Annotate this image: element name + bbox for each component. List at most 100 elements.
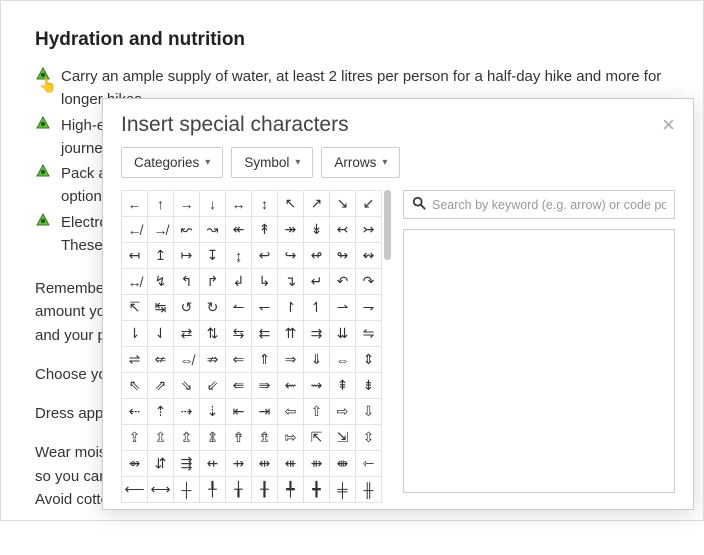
character-cell[interactable]: ↢ [330, 217, 356, 243]
grid-scrollbar[interactable] [384, 190, 389, 493]
character-cell[interactable]: ↰ [174, 269, 200, 295]
character-cell[interactable]: ⇆ [226, 321, 252, 347]
character-cell[interactable]: ↑ [148, 191, 174, 217]
character-cell[interactable]: ↷ [356, 269, 382, 295]
character-cell[interactable]: ⇐ [226, 347, 252, 373]
character-cell[interactable]: ⇟ [356, 373, 382, 399]
character-cell[interactable]: ╫ [356, 477, 382, 503]
character-cell[interactable]: ┼ [174, 477, 200, 503]
character-cell[interactable]: ⇖ [122, 373, 148, 399]
character-cell[interactable]: ↶ [330, 269, 356, 295]
character-cell[interactable]: ⇞ [330, 373, 356, 399]
character-cell[interactable]: ↱ [200, 269, 226, 295]
character-cell[interactable]: ⇊ [330, 321, 356, 347]
character-cell[interactable]: ↙ [356, 191, 382, 217]
character-cell[interactable]: ⇄ [174, 321, 200, 347]
search-input[interactable] [432, 198, 666, 212]
character-cell[interactable]: ↣ [356, 217, 382, 243]
character-cell[interactable]: ⇕ [356, 347, 382, 373]
character-cell[interactable]: ╋ [304, 477, 330, 503]
character-cell[interactable]: ⇱ [304, 425, 330, 451]
categories-dropdown[interactable]: Categories ▾ [121, 147, 223, 178]
character-cell[interactable]: ⇏ [200, 347, 226, 373]
character-cell[interactable]: ⇈ [278, 321, 304, 347]
character-cell[interactable]: ⇮ [226, 425, 252, 451]
character-cell[interactable]: ⇍ [148, 347, 174, 373]
character-cell[interactable]: ⇙ [200, 373, 226, 399]
character-cell[interactable]: ↚ [122, 217, 148, 243]
character-cell[interactable]: ↽ [252, 295, 278, 321]
character-cell[interactable]: ⇬ [174, 425, 200, 451]
character-cell[interactable]: ⇼ [330, 451, 356, 477]
character-cell[interactable]: ⇘ [174, 373, 200, 399]
character-cell[interactable]: ↕ [252, 191, 278, 217]
character-cell[interactable]: ⟵ [122, 477, 148, 503]
character-cell[interactable]: ↛ [148, 217, 174, 243]
character-cell[interactable]: ⇵ [148, 451, 174, 477]
character-cell[interactable]: ↟ [252, 217, 278, 243]
character-cell[interactable]: ⇝ [304, 373, 330, 399]
character-cell[interactable]: ↞ [226, 217, 252, 243]
character-cell[interactable]: ⇩ [356, 399, 382, 425]
character-cell[interactable]: ⇠ [122, 399, 148, 425]
character-cell[interactable]: ↮ [122, 269, 148, 295]
character-cell[interactable]: ⇁ [356, 295, 382, 321]
character-cell[interactable]: ↳ [252, 269, 278, 295]
character-cell[interactable]: ↻ [200, 295, 226, 321]
character-cell[interactable]: ⇨ [330, 399, 356, 425]
close-icon[interactable]: × [662, 114, 675, 136]
character-cell[interactable]: ↡ [304, 217, 330, 243]
character-cell[interactable]: ⇸ [226, 451, 252, 477]
character-cell[interactable]: ⇑ [252, 347, 278, 373]
character-cell[interactable]: ⇅ [200, 321, 226, 347]
character-cell[interactable]: ↿ [304, 295, 330, 321]
character-cell[interactable]: ⇇ [252, 321, 278, 347]
character-cell[interactable]: ╁ [226, 477, 252, 503]
character-cell[interactable]: ⇃ [148, 321, 174, 347]
character-cell[interactable]: ⇋ [356, 321, 382, 347]
character-cell[interactable]: ↝ [200, 217, 226, 243]
character-cell[interactable]: ⇉ [304, 321, 330, 347]
character-cell[interactable]: ↓ [200, 191, 226, 217]
character-cell[interactable]: ↫ [304, 243, 330, 269]
character-cell[interactable]: ⇧ [304, 399, 330, 425]
character-cell[interactable]: ⇶ [174, 451, 200, 477]
character-cell[interactable]: ⇯ [252, 425, 278, 451]
subgroup-dropdown[interactable]: Arrows ▾ [321, 147, 400, 178]
character-cell[interactable]: ╂ [252, 477, 278, 503]
character-cell[interactable]: ↾ [278, 295, 304, 321]
character-cell[interactable]: ╇ [278, 477, 304, 503]
character-cell[interactable]: ⇪ [122, 425, 148, 451]
character-cell[interactable]: ↵ [304, 269, 330, 295]
character-cell[interactable]: ← [122, 191, 148, 217]
character-cell[interactable]: ⇤ [226, 399, 252, 425]
search-box[interactable] [403, 190, 675, 219]
character-cell[interactable]: ↯ [148, 269, 174, 295]
character-cell[interactable]: ⇓ [304, 347, 330, 373]
character-cell[interactable]: ↩ [252, 243, 278, 269]
character-cell[interactable]: ⇫ [148, 425, 174, 451]
character-cell[interactable]: ⇽ [356, 451, 382, 477]
character-cell[interactable]: ⇹ [252, 451, 278, 477]
character-cell[interactable]: ↥ [148, 243, 174, 269]
character-cell[interactable]: ⇀ [330, 295, 356, 321]
character-cell[interactable]: ⇰ [278, 425, 304, 451]
character-cell[interactable]: ↼ [226, 295, 252, 321]
character-cell[interactable]: ⇒ [278, 347, 304, 373]
character-cell[interactable]: ⇚ [226, 373, 252, 399]
scrollbar-thumb[interactable] [384, 190, 391, 260]
character-cell[interactable]: ↜ [174, 217, 200, 243]
character-cell[interactable]: ↸ [122, 295, 148, 321]
character-cell[interactable]: ⇷ [200, 451, 226, 477]
character-cell[interactable]: ⇌ [122, 347, 148, 373]
character-cell[interactable]: ⇜ [278, 373, 304, 399]
character-cell[interactable]: ⇢ [174, 399, 200, 425]
character-cell[interactable]: ⇭ [200, 425, 226, 451]
character-cell[interactable]: ↲ [226, 269, 252, 295]
character-cell[interactable]: ⇥ [252, 399, 278, 425]
group-dropdown[interactable]: Symbol ▾ [231, 147, 313, 178]
character-cell[interactable]: ↤ [122, 243, 148, 269]
character-cell[interactable]: ↔ [226, 191, 252, 217]
character-cell[interactable]: ⇛ [252, 373, 278, 399]
character-cell[interactable]: ↖ [278, 191, 304, 217]
